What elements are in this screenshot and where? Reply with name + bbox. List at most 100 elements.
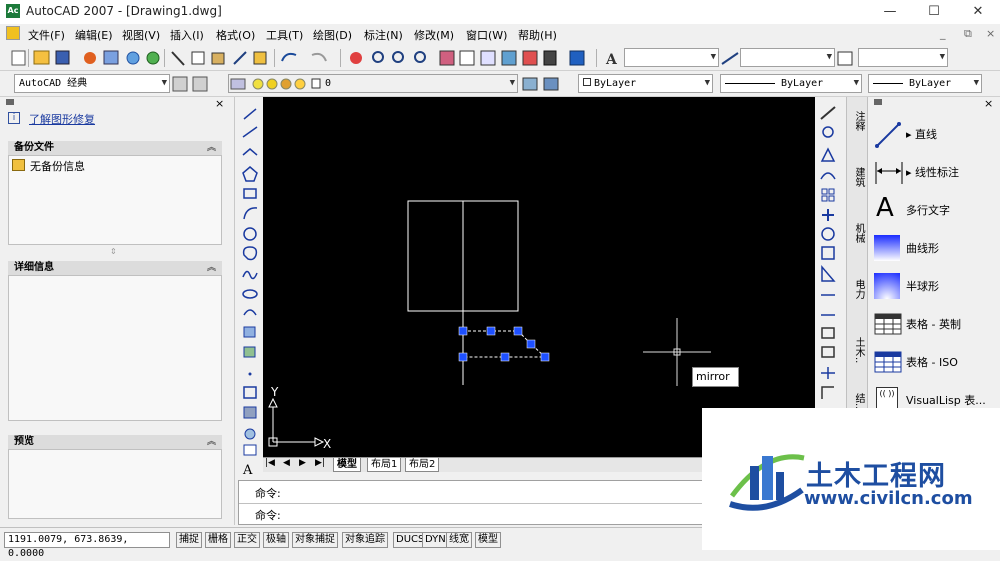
backup-empty-text: 无备份信息: [30, 160, 85, 173]
otrack-toggle[interactable]: 对象追踪: [342, 532, 388, 548]
menu-view[interactable]: 视图(V): [122, 27, 160, 43]
palette-tab-mechanical[interactable]: 机械: [850, 223, 866, 243]
gradient-curved-icon: [874, 235, 900, 261]
dyn-toggle[interactable]: DYN: [422, 532, 449, 548]
menu-draw[interactable]: 绘图(D): [313, 27, 352, 43]
model-toggle[interactable]: 模型: [475, 532, 501, 548]
color-select[interactable]: ByLayer ▼: [578, 74, 713, 93]
layer-select[interactable]: 0 ▼: [228, 74, 518, 93]
standard-toolbar-icons: A: [11, 50, 853, 68]
watermark-url: www.civilcn.com: [804, 488, 973, 509]
collapse-icon[interactable]: ︽: [207, 141, 216, 155]
palette-tab-architecture[interactable]: 建筑: [850, 167, 866, 187]
collapse-icon[interactable]: ︽: [207, 261, 216, 275]
polar-toggle[interactable]: 极轴: [263, 532, 289, 548]
osnap-toggle[interactable]: 对象捕捉: [292, 532, 338, 548]
tab-layout2[interactable]: 布局2: [405, 458, 440, 472]
doc-minimize-icon[interactable]: _: [940, 27, 946, 40]
palette-tab-civil[interactable]: 土木..: [850, 337, 866, 363]
snap-toggle[interactable]: 捕捉: [176, 532, 202, 548]
palette-label: ▸ 线性标注: [906, 166, 960, 179]
menu-tools[interactable]: 工具(T): [266, 27, 303, 43]
palette-label: 表格 - ISO: [906, 356, 958, 369]
svg-text:A: A: [242, 463, 253, 478]
panel-close-icon[interactable]: ×: [215, 97, 224, 110]
palette-label: ▸ 直线: [906, 128, 938, 141]
grid-toggle[interactable]: 栅格: [205, 532, 231, 548]
palette-item-mtext[interactable]: A 多行文字: [874, 193, 996, 227]
doc-restore-icon[interactable]: ⧉: [964, 27, 972, 41]
document-icon[interactable]: [6, 26, 20, 40]
text-style-select[interactable]: ▼: [624, 48, 719, 67]
palette-item-table-imperial[interactable]: 表格 - 英制: [874, 307, 996, 341]
coordinate-readout[interactable]: 1191.0079, 673.8639, 0.0000: [4, 532, 170, 559]
palette-item-table-iso[interactable]: 表格 - ISO: [874, 345, 996, 379]
modify-tool-icons: [820, 106, 836, 399]
command-prompt[interactable]: 命令:: [255, 507, 281, 523]
command-window[interactable]: 命令: 命令:: [238, 480, 708, 525]
ucs-x-label: X: [323, 437, 332, 451]
palette-label: 表格 - 英制: [906, 318, 961, 331]
collapse-icon[interactable]: ︽: [207, 435, 216, 449]
menu-format[interactable]: 格式(O): [216, 27, 255, 43]
dim-style-select[interactable]: ▼: [740, 48, 835, 67]
palette-label: 多行文字: [906, 204, 950, 217]
site-watermark: 土木工程网 www.civilcn.com: [702, 408, 1000, 550]
close-button[interactable]: ✕: [956, 0, 1000, 24]
table-style-select[interactable]: ▼: [858, 48, 948, 67]
selection-grips: [458, 326, 550, 362]
lineweight-select[interactable]: ByLayer ▼: [868, 74, 982, 93]
lineweight-toggle[interactable]: 线宽: [446, 532, 472, 548]
properties-toolbar: AutoCAD 经典 ▼ 0 ▼ ByLayer ▼ ByLayer ▼ ByLayer…: [0, 71, 1000, 97]
backup-section-header[interactable]: 备份文件 ︽: [8, 141, 222, 155]
tab-prev-icon[interactable]: ◀: [283, 458, 290, 468]
tab-layout1[interactable]: 布局1: [367, 458, 402, 472]
palette-item-line[interactable]: ▸ 直线: [874, 117, 996, 151]
drawing-geometry: [268, 200, 711, 447]
draw-tool-icons: A: [242, 108, 258, 478]
window-title: AutoCAD 2007 - [Drawing1.dwg]: [26, 4, 222, 18]
details-section-body: [8, 275, 222, 421]
tab-first-icon[interactable]: |◀: [265, 458, 275, 468]
maximize-button[interactable]: ☐: [912, 0, 956, 24]
palette-label: VisualLisp 表...: [906, 394, 986, 407]
menu-window[interactable]: 窗口(W): [466, 27, 507, 43]
preview-section-body: [8, 449, 222, 519]
recovery-help-link[interactable]: 了解图形修复: [29, 111, 95, 127]
palette-item-curved[interactable]: 曲线形: [874, 231, 996, 265]
mtext-icon: A: [876, 193, 894, 223]
palette-tab-electrical[interactable]: 电力: [850, 279, 866, 299]
menu-dimension[interactable]: 标注(N): [364, 27, 403, 43]
palette-close-icon[interactable]: ×: [984, 97, 993, 110]
menu-modify[interactable]: 修改(M): [414, 27, 454, 43]
menu-insert[interactable]: 插入(I): [170, 27, 204, 43]
splitter-handle[interactable]: ⇕: [110, 247, 117, 256]
minimize-button[interactable]: —: [868, 0, 912, 24]
tool-palette-tabs: 注释 建筑 机械 电力 土木.. 结...: [846, 97, 868, 417]
palette-tab-annotation[interactable]: 注释: [850, 111, 866, 131]
palette-grip[interactable]: [874, 99, 882, 105]
autocad-app-icon[interactable]: Ac: [6, 4, 20, 18]
standard-toolbar: A ▼ ▼ ▼: [0, 45, 1000, 71]
ortho-toggle[interactable]: 正交: [234, 532, 260, 548]
civilcn-logo: [729, 454, 805, 511]
tab-last-icon[interactable]: ▶|: [315, 458, 325, 468]
command-tooltip: mirror: [692, 367, 739, 387]
drawing-recovery-panel: × i 了解图形修复 备份文件 ︽ 无备份信息 ⇕ 详细信息 ︽ 预览 ︽: [0, 97, 235, 525]
details-section-header[interactable]: 详细信息 ︽: [8, 261, 222, 275]
preview-section-header[interactable]: 预览 ︽: [8, 435, 222, 449]
menu-file[interactable]: 文件(F): [28, 27, 65, 43]
tool-palette: × ▸ 直线 ▸ 线性标注 A 多行文字 曲线形 半球形 表格 - 英制 表格 …: [868, 97, 1000, 417]
menu-edit[interactable]: 编辑(E): [75, 27, 113, 43]
panel-grip[interactable]: [6, 99, 14, 105]
table-icon: [874, 313, 902, 335]
palette-item-hemisphere[interactable]: 半球形: [874, 269, 996, 303]
drawing-canvas[interactable]: X Y: [263, 97, 815, 457]
linetype-select[interactable]: ByLayer ▼: [720, 74, 862, 93]
palette-item-linear-dim[interactable]: ▸ 线性标注: [874, 155, 996, 189]
tab-next-icon[interactable]: ▶: [299, 458, 306, 468]
menu-help[interactable]: 帮助(H): [518, 27, 557, 43]
tab-model[interactable]: 模型: [333, 458, 361, 472]
doc-close-icon[interactable]: ×: [986, 27, 995, 40]
warning-folder-icon: [12, 159, 25, 171]
